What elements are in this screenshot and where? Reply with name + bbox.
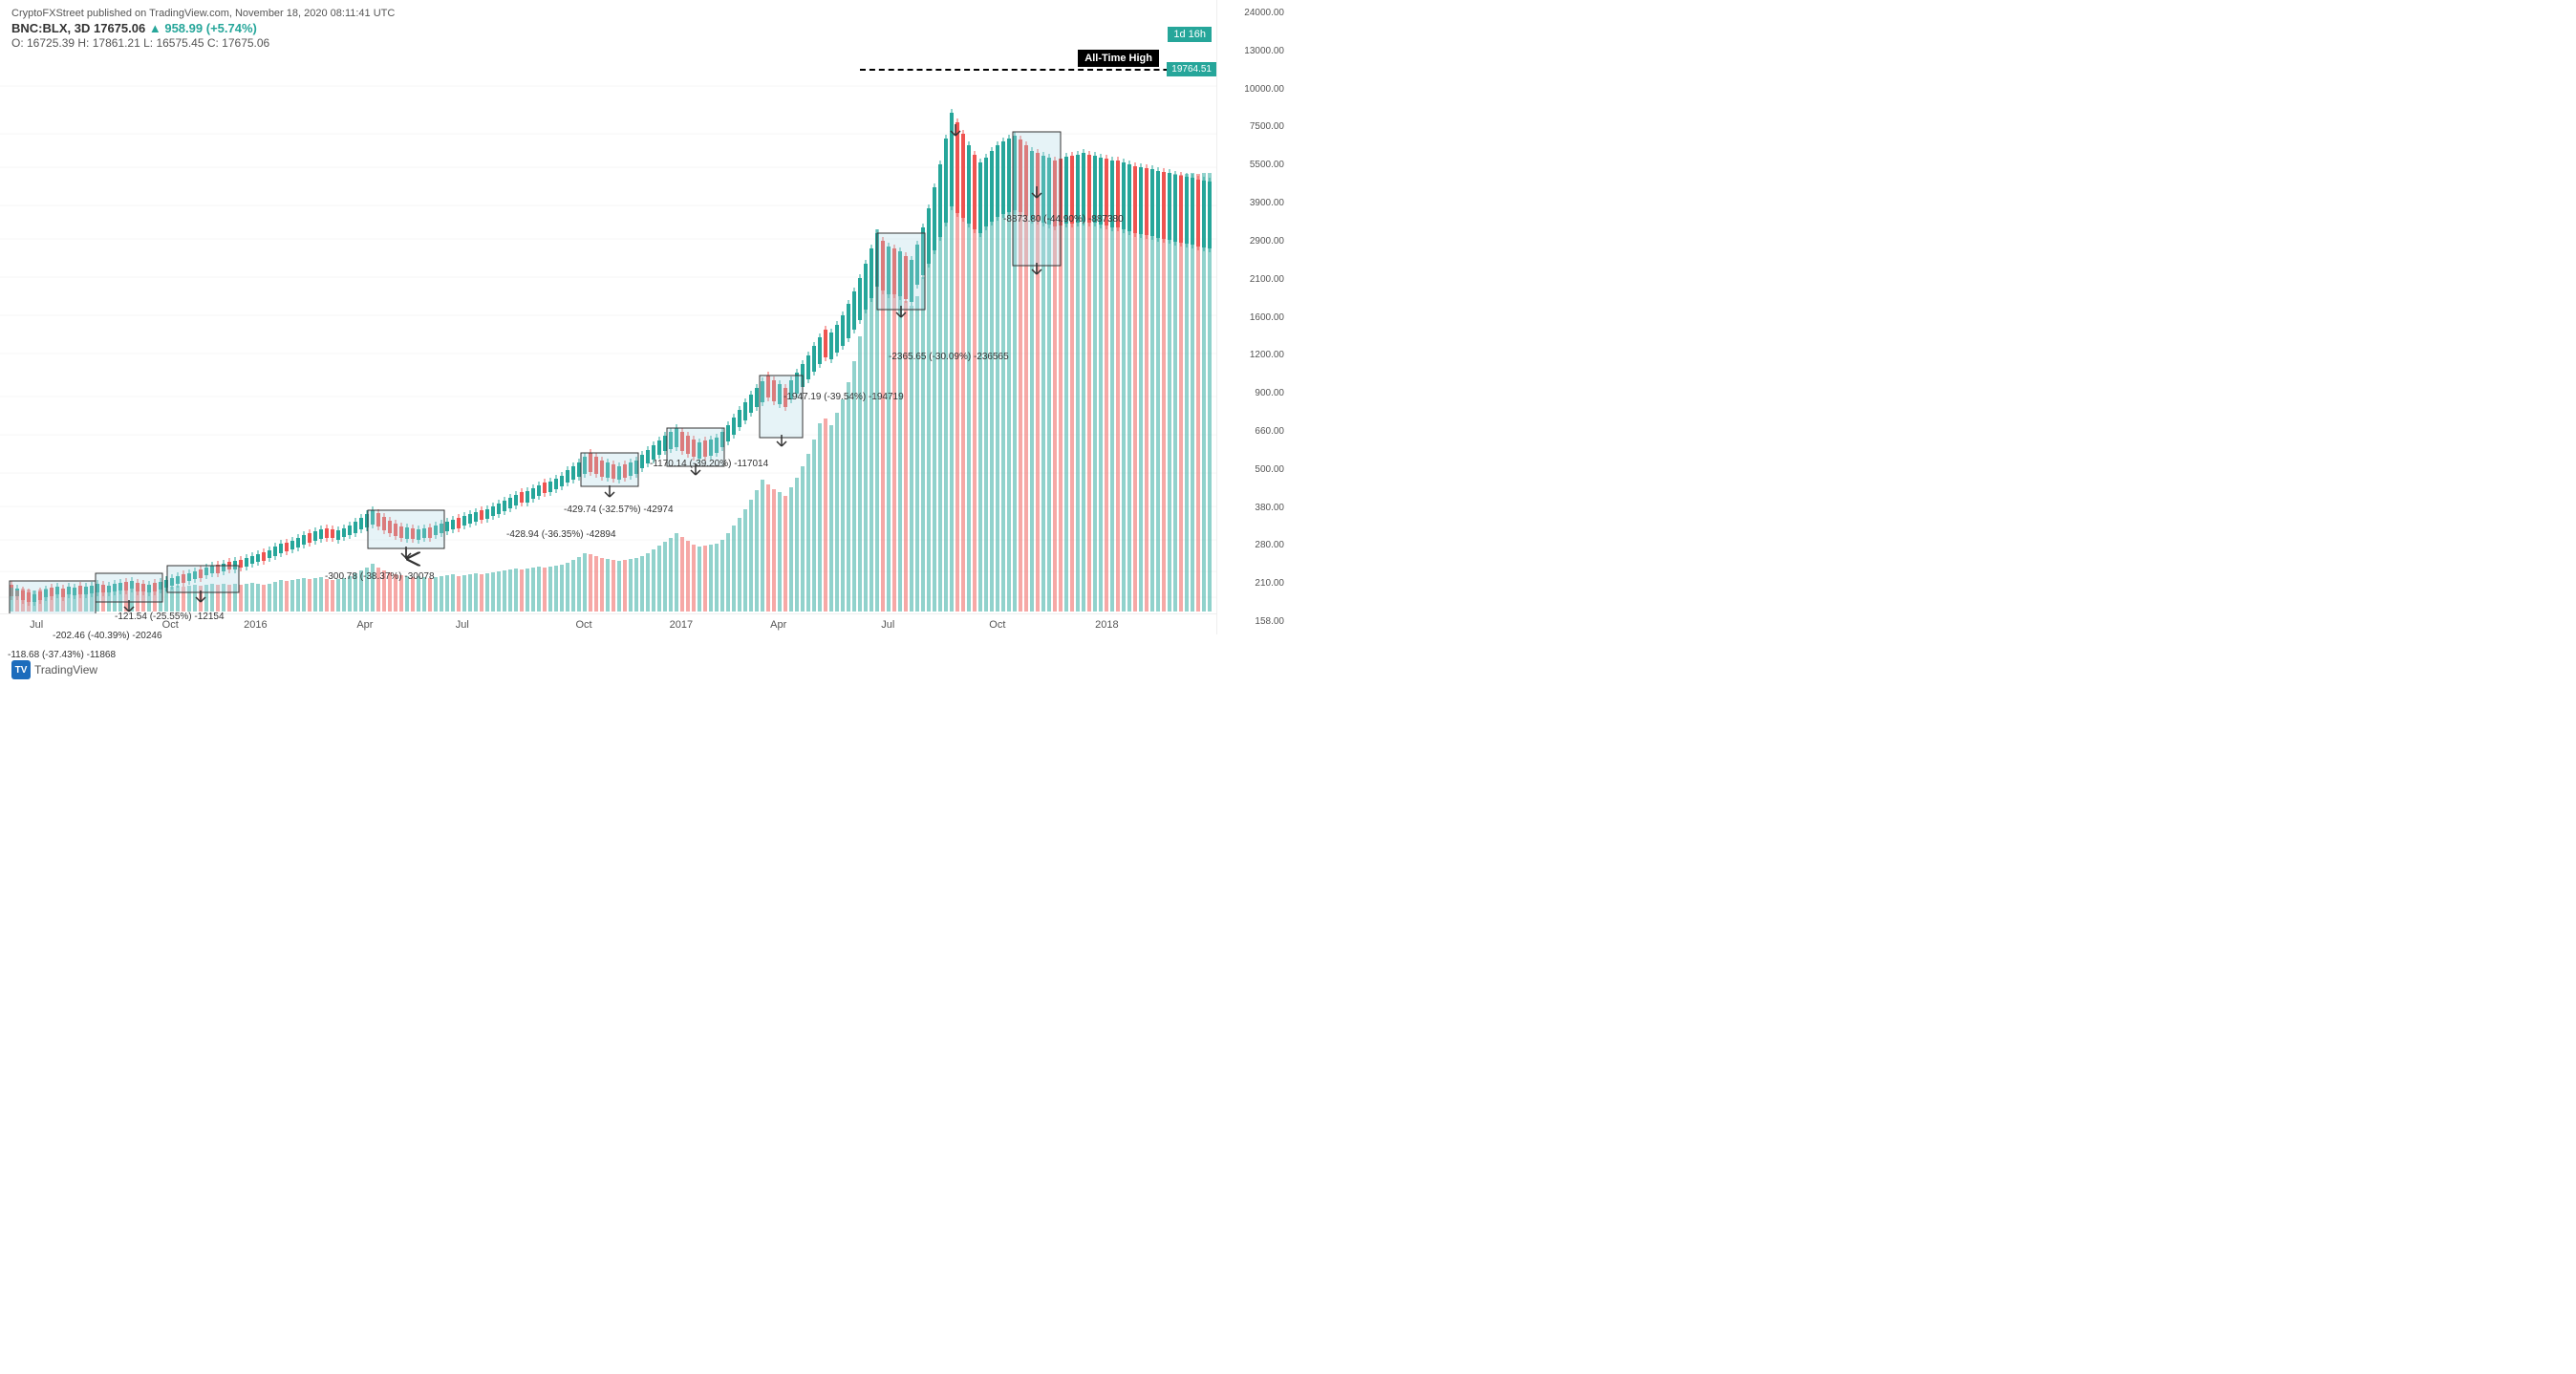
annotation-1: -118.68 (-37.43%) -11868: [8, 650, 116, 660]
chart-container: CryptoFXStreet published on TradingView.…: [0, 0, 1288, 687]
time-apr-2016: Apr: [356, 619, 373, 631]
time-jul-2015: Jul: [30, 619, 43, 631]
time-jul-2017: Jul: [881, 619, 894, 631]
bracket-9: [1013, 132, 1061, 266]
bracket-2: [96, 573, 162, 602]
annotation-3: -121.54 (-25.55%) -12154: [115, 612, 225, 622]
price-380: 380.00: [1221, 503, 1284, 513]
tv-logo-text: TradingView: [34, 663, 97, 676]
bracket-8: [877, 233, 925, 310]
ohlc-values: O: 16725.39 H: 17861.21 L: 16575.45 C: 1…: [11, 36, 269, 50]
tv-logo-icon: TV: [11, 660, 31, 679]
ath-label: All-Time High: [1078, 50, 1159, 67]
timeframe-badge[interactable]: 1d 16h: [1168, 27, 1212, 42]
price-change: ▲ 958.99 (+5.74%): [149, 21, 257, 35]
price-1200: 1200.00: [1221, 350, 1284, 360]
price-7500: 7500.00: [1221, 121, 1284, 132]
bracket-3: [167, 566, 239, 592]
annotation-7: -1170.14 (-39.20%) -117014: [650, 459, 768, 469]
symbol-info: BNC:BLX, 3D 17675.06 ▲ 958.99 (+5.74%) O…: [11, 21, 395, 50]
price-3900: 3900.00: [1221, 198, 1284, 208]
ath-line: [860, 69, 1216, 71]
time-jul-2016: Jul: [456, 619, 469, 631]
time-2018: 2018: [1095, 619, 1118, 631]
tradingview-logo: TV TradingView: [11, 660, 97, 679]
price-210: 210.00: [1221, 578, 1284, 589]
annotation-8: -1947.19 (-39.54%) -194719: [784, 392, 904, 402]
annotation-10: -8873.80 (-44.90%) -887380: [1003, 214, 1124, 225]
price-scale: 24000.00 13000.00 10000.00 7500.00 5500.…: [1216, 0, 1288, 634]
time-oct-2016: Oct: [575, 619, 591, 631]
time-oct-2017: Oct: [989, 619, 1005, 631]
price-900: 900.00: [1221, 388, 1284, 398]
annotation-9: -2365.65 (-30.09%) -236565: [889, 352, 1009, 362]
price-158: 158.00: [1221, 616, 1284, 627]
price-660: 660.00: [1221, 426, 1284, 437]
symbol: BNC:BLX, 3D 17675.06 ▲ 958.99 (+5.74%): [11, 21, 257, 35]
time-apr-2017: Apr: [770, 619, 786, 631]
time-2016: 2016: [244, 619, 267, 631]
time-2017: 2017: [670, 619, 693, 631]
annotation-4: -300.78 (-38.37%) -30078: [325, 571, 435, 582]
price-24000: 24000.00: [1221, 8, 1284, 18]
annotation-6: -429.74 (-32.57%) -42974: [564, 505, 674, 515]
published-by: CryptoFXStreet published on TradingView.…: [11, 8, 395, 19]
chart-header: CryptoFXStreet published on TradingView.…: [11, 8, 395, 50]
bracket-1: [10, 581, 96, 614]
price-2100: 2100.00: [1221, 274, 1284, 285]
price-10000: 10000.00: [1221, 84, 1284, 95]
price-13000: 13000.00: [1221, 46, 1284, 56]
price-280: 280.00: [1221, 540, 1284, 550]
price-2900: 2900.00: [1221, 236, 1284, 247]
annotation-5: -428.94 (-36.35%) -42894: [506, 529, 616, 540]
annotation-2: -202.46 (-40.39%) -20246: [53, 631, 162, 641]
price-1600: 1600.00: [1221, 312, 1284, 323]
bracket-5: [581, 453, 638, 486]
bracket-7: [760, 376, 803, 438]
price-5500: 5500.00: [1221, 160, 1284, 170]
price-500: 500.00: [1221, 464, 1284, 475]
ath-price: 19764.51: [1167, 62, 1216, 76]
